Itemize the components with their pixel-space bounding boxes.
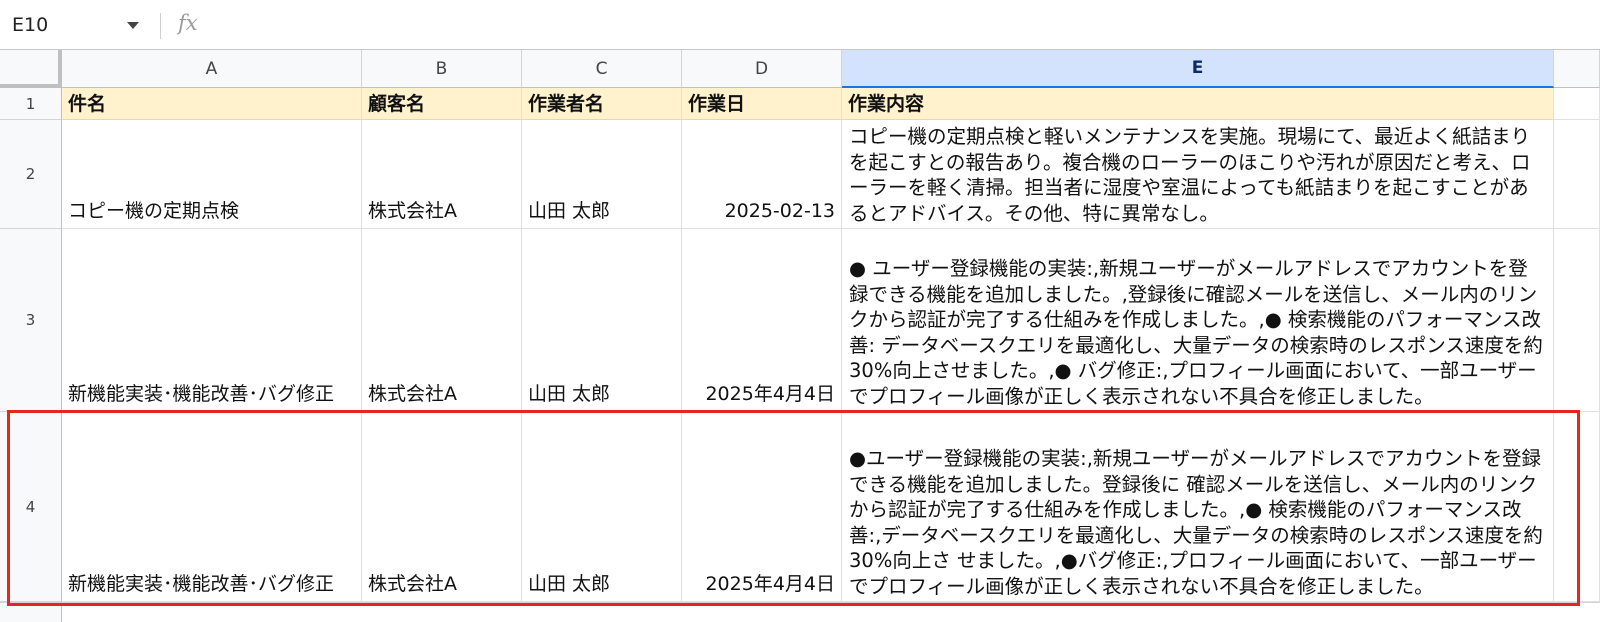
select-all-corner[interactable] — [0, 50, 62, 88]
cell-reference[interactable]: E10 — [12, 14, 48, 36]
formula-bar: E10 fx — [0, 0, 1600, 50]
cell-e2[interactable]: コピー機の定期点検と軽いメンテナンスを実施。現場にて、最近よく紙詰まりを起こすと… — [842, 120, 1554, 229]
row-header-2[interactable]: 2 — [0, 120, 62, 229]
row-header-1[interactable]: 1 — [0, 88, 62, 120]
column-header-d[interactable]: D — [682, 50, 842, 88]
name-box[interactable]: E10 — [0, 0, 160, 50]
cell-c2[interactable]: 山田 太郎 — [522, 120, 682, 229]
column-header-e[interactable]: E — [842, 50, 1554, 88]
row-5-partial — [0, 602, 1600, 622]
header-cell-date[interactable]: 作業日 — [682, 88, 842, 120]
column-header-b[interactable]: B — [362, 50, 522, 88]
cell-e4[interactable]: ●ユーザー登録機能の実装:,新規ユーザーがメールアドレスでアカウントを登録できる… — [842, 412, 1554, 602]
spreadsheet-grid: A B C D E 1 件名 顧客名 作業者名 作業日 作業内容 2 コピー機の… — [0, 50, 1600, 622]
header-cell-subject[interactable]: 件名 — [62, 88, 362, 120]
cell-a3[interactable]: 新機能実装･機能改善･バグ修正 — [62, 229, 362, 412]
cell-b4[interactable]: 株式会社A — [362, 412, 522, 602]
header-cell-worker[interactable]: 作業者名 — [522, 88, 682, 120]
cell-f3[interactable] — [1554, 229, 1600, 412]
fx-icon: fx — [178, 11, 198, 35]
cell-d2[interactable]: 2025-02-13 — [682, 120, 842, 229]
cell-b2[interactable]: 株式会社A — [362, 120, 522, 229]
cell-f4[interactable] — [1554, 412, 1600, 602]
cell-b3[interactable]: 株式会社A — [362, 229, 522, 412]
column-header-a[interactable]: A — [62, 50, 362, 88]
chevron-down-icon[interactable] — [127, 22, 139, 29]
formula-bar-divider — [160, 13, 161, 39]
cell-d4[interactable]: 2025年4月4日 — [682, 412, 842, 602]
column-header-c[interactable]: C — [522, 50, 682, 88]
header-cell-details[interactable]: 作業内容 — [842, 88, 1554, 120]
cell-d3[interactable]: 2025年4月4日 — [682, 229, 842, 412]
header-cell-customer[interactable]: 顧客名 — [362, 88, 522, 120]
row-header-3[interactable]: 3 — [0, 229, 62, 412]
cell-c3[interactable]: 山田 太郎 — [522, 229, 682, 412]
cell-e3[interactable]: ● ユーザー登録機能の実装:,新規ユーザーがメールアドレスでアカウントを登録でき… — [842, 229, 1554, 412]
row-header-4[interactable]: 4 — [0, 412, 62, 602]
cell-f1[interactable] — [1554, 88, 1600, 120]
cell-a2[interactable]: コピー機の定期点検 — [62, 120, 362, 229]
cell-f2[interactable] — [1554, 120, 1600, 229]
cell-a4[interactable]: 新機能実装･機能改善･バグ修正 — [62, 412, 362, 602]
formula-input[interactable] — [215, 13, 1585, 39]
cell-c4[interactable]: 山田 太郎 — [522, 412, 682, 602]
row-header-5[interactable] — [0, 603, 62, 622]
column-header-f[interactable] — [1554, 50, 1600, 88]
